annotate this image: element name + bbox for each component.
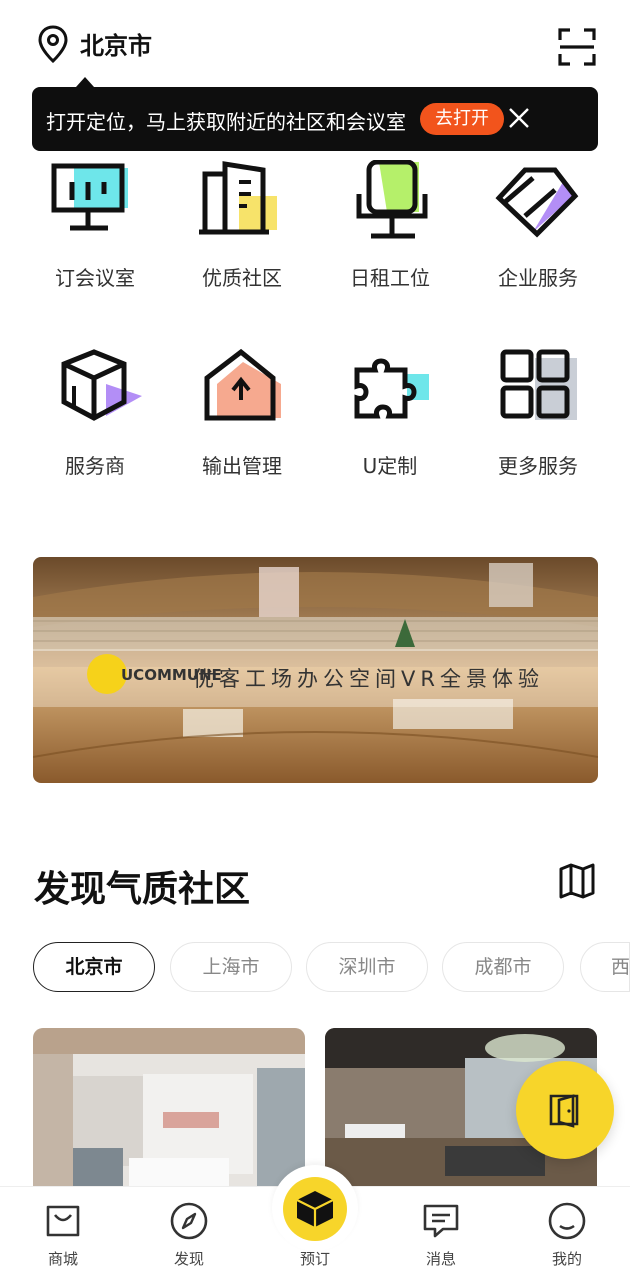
service-output-management[interactable]: 输出管理 bbox=[168, 348, 316, 498]
service-label: 订会议室 bbox=[55, 266, 135, 290]
service-label: 更多服务 bbox=[498, 454, 578, 478]
tab-book-center-button[interactable] bbox=[283, 1177, 347, 1241]
location-pin-icon[interactable] bbox=[36, 24, 70, 64]
chair-icon bbox=[356, 160, 428, 239]
service-meeting-room[interactable]: 订会议室 bbox=[21, 160, 169, 310]
location-tip: 打开定位，马上获取附近的社区和会议室 去打开 bbox=[32, 77, 598, 151]
service-label: U定制 bbox=[362, 454, 418, 478]
city-tab-next[interactable]: 西 bbox=[580, 942, 630, 992]
city-tab-shenzhen[interactable]: 深圳市 bbox=[306, 942, 428, 992]
map-icon[interactable] bbox=[558, 862, 596, 900]
service-label: 企业服务 bbox=[498, 266, 578, 290]
floating-door-button[interactable] bbox=[516, 1061, 614, 1159]
section-title: 发现气质社区 bbox=[34, 869, 251, 910]
tab-label: 预订 bbox=[299, 1250, 330, 1268]
location-tip-text: 打开定位，马上获取附近的社区和会议室 bbox=[46, 110, 406, 134]
service-community[interactable]: 优质社区 bbox=[168, 160, 316, 310]
bottom-tab-bar: 商城 发现 预订 消息 我的 bbox=[0, 1165, 630, 1280]
service-enterprise[interactable]: 企业服务 bbox=[464, 160, 612, 310]
city-tab-shanghai[interactable]: 上海市 bbox=[170, 942, 292, 992]
tab-mall[interactable]: 商城 bbox=[0, 1187, 126, 1280]
tab-label: 发现 bbox=[173, 1250, 204, 1268]
grid-icon bbox=[500, 349, 577, 420]
door-icon bbox=[549, 1094, 579, 1128]
tab-discover[interactable]: 发现 bbox=[126, 1187, 252, 1280]
house-arrow-icon bbox=[204, 348, 281, 421]
banner-text: 优客工场办公空间VR全景体验 bbox=[193, 667, 544, 691]
community-photo bbox=[33, 1028, 305, 1188]
header: 北京市 bbox=[0, 0, 630, 88]
tab-mine[interactable]: 我的 bbox=[504, 1187, 630, 1280]
profile-icon bbox=[548, 1202, 586, 1240]
meeting-room-icon bbox=[51, 163, 128, 231]
service-u-custom[interactable]: U定制 bbox=[316, 348, 464, 498]
tab-label: 商城 bbox=[47, 1250, 78, 1268]
puzzle-icon bbox=[354, 358, 429, 419]
diamond-icon bbox=[495, 167, 579, 238]
service-daily-desk[interactable]: 日租工位 bbox=[316, 160, 464, 310]
service-label: 日租工位 bbox=[350, 266, 430, 290]
current-city[interactable]: 北京市 bbox=[80, 26, 152, 61]
vr-banner[interactable]: UCOMMUNE 优客工场办公空间VR全景体验 bbox=[33, 557, 598, 783]
box-icon bbox=[61, 349, 142, 421]
enable-location-button[interactable]: 去打开 bbox=[420, 103, 504, 135]
tab-label: 我的 bbox=[551, 1250, 582, 1268]
building-icon bbox=[199, 161, 277, 235]
community-card[interactable] bbox=[33, 1028, 305, 1188]
tip-arrow bbox=[76, 77, 94, 87]
service-label: 输出管理 bbox=[202, 454, 282, 478]
compass-icon bbox=[170, 1202, 208, 1240]
shopping-bag-icon bbox=[46, 1205, 80, 1237]
city-tab-chengdu[interactable]: 成都市 bbox=[442, 942, 564, 992]
tab-messages[interactable]: 消息 bbox=[378, 1187, 504, 1280]
cube-icon bbox=[296, 1191, 334, 1227]
message-icon bbox=[423, 1204, 459, 1238]
city-tab-beijing[interactable]: 北京市 bbox=[33, 942, 155, 992]
scan-icon[interactable] bbox=[558, 28, 596, 66]
service-label: 优质社区 bbox=[202, 266, 282, 290]
tab-label: 消息 bbox=[425, 1250, 456, 1268]
service-label: 服务商 bbox=[65, 454, 125, 478]
service-provider[interactable]: 服务商 bbox=[21, 348, 169, 498]
service-more[interactable]: 更多服务 bbox=[464, 348, 612, 498]
close-icon[interactable] bbox=[506, 105, 532, 131]
